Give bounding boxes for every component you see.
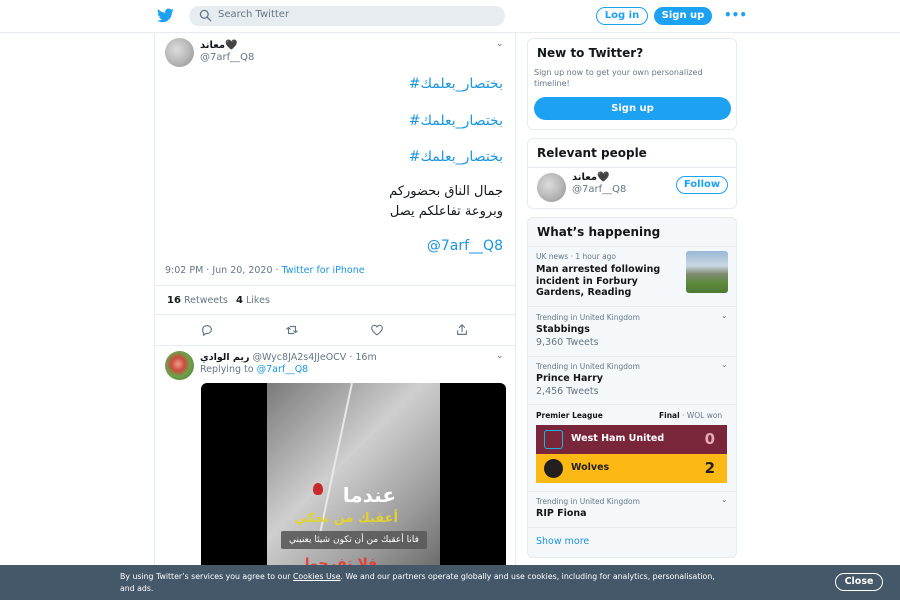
team-row: West Ham United 0 (536, 425, 727, 454)
hashtag-link[interactable]: #بختصار_بعلمك (409, 113, 503, 129)
trend-meta: Trending in United Kingdom (536, 313, 640, 322)
search-input[interactable]: Search Twitter (189, 6, 505, 26)
cookie-banner: By using Twitter’s services you agree to… (0, 565, 900, 600)
divider (528, 527, 736, 528)
west-ham-crest-icon (544, 430, 563, 449)
mention-link[interactable]: @7arf__Q8 (427, 238, 503, 254)
news-title: Man arrested following incident in Forbu… (536, 264, 661, 298)
signup-button[interactable]: Sign up (654, 7, 712, 25)
tweet-time[interactable]: 9:02 PM · Jun 20, 2020 · (165, 265, 282, 276)
retweet-icon[interactable] (285, 323, 299, 337)
reply-author-name[interactable]: ريم الوادي (200, 352, 249, 363)
reply-author-line: ريم الوادي @Wyc8JA2s4JJeOCV · 16m (200, 352, 377, 363)
like-icon[interactable] (370, 323, 384, 337)
search-placeholder: Search Twitter (218, 9, 290, 20)
divider (528, 491, 736, 492)
close-button[interactable]: Close (835, 573, 883, 591)
news-meta: UK news · 1 hour ago (536, 252, 617, 261)
avatar[interactable] (165, 38, 194, 67)
login-button[interactable]: Log in (596, 7, 648, 25)
author-name[interactable]: معاند🖤 (200, 40, 238, 51)
top-navbar: Search Twitter Log in Sign up ••• (0, 0, 900, 33)
show-more-link[interactable]: Show more (536, 536, 589, 547)
divider (528, 404, 736, 405)
twitter-logo-icon[interactable] (157, 8, 174, 23)
author-handle[interactable]: @7arf__Q8 (200, 52, 254, 63)
divider (528, 246, 736, 247)
chevron-down-icon[interactable]: ⌄ (721, 311, 728, 320)
team-row: Wolves 2 (536, 454, 727, 483)
whats-happening-card: What’s happening UK news · 1 hour ago Ma… (527, 217, 737, 558)
main-column: معاند🖤 @7arf__Q8 ⌄ #بختصار_بعلمك #بختصار… (154, 33, 516, 600)
replying-to-handle[interactable]: @7arf__Q8 (257, 364, 309, 375)
relevant-person-handle[interactable]: @7arf__Q8 (572, 184, 626, 195)
divider (528, 356, 736, 357)
likes-stat[interactable]: 4 Likes (236, 295, 270, 306)
divider (528, 306, 736, 307)
tweet-text-line: وبروعة تفاعلكم يصل (389, 204, 503, 219)
match-status: Final · WOL won (659, 411, 723, 420)
tweet-text-line: جمال الناق بحضوركم (389, 184, 503, 199)
replying-to-label: Replying to (200, 364, 257, 375)
team-score: 0 (704, 430, 715, 448)
team-name: West Ham United (571, 433, 665, 444)
trend-meta: Trending in United Kingdom (536, 362, 640, 371)
trend-count: 2,456 Tweets (536, 386, 599, 397)
chevron-down-icon[interactable]: ⌄ (721, 360, 728, 369)
card-title: Relevant people (537, 146, 647, 160)
relevant-people-card: Relevant people معاند🖤 @7arf__Q8 Follow (527, 138, 737, 209)
team-name: Wolves (571, 462, 610, 473)
new-to-twitter-card: New to Twitter? Sign up now to get your … (527, 38, 737, 130)
card-title: What’s happening (537, 225, 661, 239)
hashtag-link[interactable]: #بختصار_بعلمك (409, 76, 503, 92)
trend-meta: Trending in United Kingdom (536, 497, 640, 506)
tweet-source-link[interactable]: Twitter for iPhone (282, 265, 365, 276)
cookie-text: By using Twitter’s services you agree to… (120, 571, 730, 594)
card-description: Sign up now to get your own personalized… (534, 68, 703, 88)
search-icon (199, 9, 212, 22)
hashtag-link[interactable]: #بختصار_بعلمك (409, 149, 503, 165)
trend-title: Stabbings (536, 324, 590, 335)
tweet-actions (155, 315, 515, 346)
wolves-crest-icon (544, 459, 563, 478)
league-label: Premier League (536, 411, 603, 420)
tweet-timestamp: 9:02 PM · Jun 20, 2020 · Twitter for iPh… (165, 265, 365, 276)
reply-author-handle[interactable]: @Wyc8JA2s4JJeOCV (252, 352, 346, 363)
avatar[interactable] (165, 351, 194, 380)
follow-button[interactable]: Follow (676, 176, 728, 194)
avatar[interactable] (537, 173, 566, 202)
trend-count: 9,360 Tweets (536, 337, 599, 348)
more-options-icon[interactable]: ••• (724, 8, 747, 22)
trend-title: RIP Fiona (536, 508, 587, 519)
cookies-use-link[interactable]: Cookies Use (293, 572, 341, 581)
rose-icon (313, 483, 323, 495)
sidebar-signup-button[interactable]: Sign up (534, 97, 731, 120)
chevron-down-icon[interactable]: ⌄ (496, 351, 504, 361)
cookie-text-before: By using Twitter’s services you agree to… (120, 572, 293, 581)
relevant-person-name[interactable]: معاند🖤 (572, 172, 610, 183)
reply-icon[interactable] (200, 323, 214, 337)
tweet-stats: 16 Retweets 4 Likes (155, 285, 515, 315)
media-text: أعقبك من تحكي (294, 511, 398, 526)
media-caption: فانا أعقبك من أن تكون شيئا يعنيني (281, 531, 427, 549)
retweets-stat[interactable]: 16 Retweets (167, 295, 228, 306)
media-text: عندما (342, 483, 396, 507)
team-score: 2 (704, 459, 715, 477)
reply-age: · 16m (349, 352, 377, 363)
share-icon[interactable] (455, 323, 469, 337)
divider (528, 167, 736, 168)
news-thumbnail (686, 251, 728, 293)
trend-title: Prince Harry (536, 373, 603, 384)
card-title: New to Twitter? (537, 46, 644, 60)
chevron-down-icon[interactable]: ⌄ (496, 39, 504, 49)
chevron-down-icon[interactable]: ⌄ (721, 495, 728, 504)
replying-to: Replying to @7arf__Q8 (200, 364, 308, 375)
